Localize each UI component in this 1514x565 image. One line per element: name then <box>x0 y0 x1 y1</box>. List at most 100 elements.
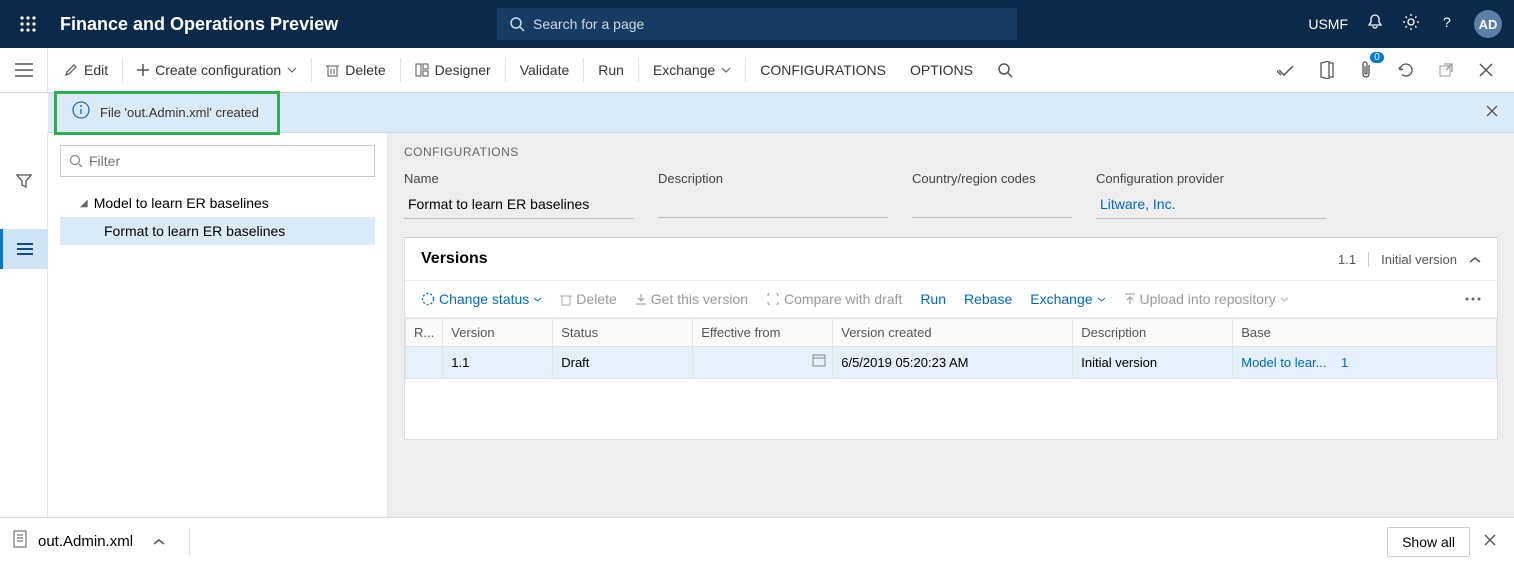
col-base[interactable]: Base <box>1233 319 1497 347</box>
cell-created[interactable]: 6/5/2019 05:20:23 AM <box>833 347 1073 379</box>
user-avatar[interactable]: AD <box>1474 10 1502 38</box>
version-run-button[interactable]: Run <box>914 287 952 311</box>
close-info-icon[interactable] <box>1486 104 1498 122</box>
rebase-button[interactable]: Rebase <box>958 287 1018 311</box>
global-search[interactable] <box>497 8 1017 40</box>
designer-icon <box>415 63 429 77</box>
svg-text:?: ? <box>1443 14 1451 30</box>
designer-button[interactable]: Designer <box>403 48 503 92</box>
tree-child-label: Format to learn ER baselines <box>104 223 285 239</box>
command-bar-wrap: Edit Create configuration Delete Designe… <box>0 48 1514 93</box>
list-rail-icon[interactable] <box>0 229 48 269</box>
cell-r[interactable] <box>406 347 443 379</box>
cell-effective[interactable] <box>693 347 833 379</box>
file-icon[interactable] <box>12 530 28 553</box>
validate-button[interactable]: Validate <box>508 48 582 92</box>
base-num[interactable]: 1 <box>1341 355 1348 370</box>
chevron-down-icon <box>533 297 542 302</box>
filter-input[interactable] <box>89 153 366 169</box>
close-bottom-icon[interactable] <box>1478 527 1502 557</box>
tree-parent-item[interactable]: ◢ Model to learn ER baselines <box>60 189 375 217</box>
collapse-icon[interactable] <box>1469 252 1481 267</box>
name-label: Name <box>404 171 634 186</box>
chevron-down-icon <box>1280 297 1289 302</box>
col-r[interactable]: R... <box>406 319 443 347</box>
hamburger-icon[interactable] <box>0 48 48 92</box>
description-value[interactable] <box>658 190 888 218</box>
delete-button[interactable]: Delete <box>314 48 397 92</box>
tree-collapse-icon[interactable]: ◢ <box>80 198 88 209</box>
download-icon <box>635 293 647 305</box>
grid-row[interactable]: 1.1 Draft 6/5/2019 05:20:23 AM Initial v… <box>406 347 1497 379</box>
change-status-button[interactable]: Change status <box>415 287 548 311</box>
compare-draft-button[interactable]: Compare with draft <box>760 287 908 311</box>
col-version[interactable]: Version <box>443 319 553 347</box>
gear-icon[interactable] <box>1402 13 1420 36</box>
info-message-bar: File 'out.Admin.xml' created <box>48 93 1514 133</box>
calendar-icon[interactable] <box>812 353 826 370</box>
pencil-icon <box>64 63 78 77</box>
popout-icon[interactable] <box>1430 54 1462 86</box>
filter-rail-icon[interactable] <box>0 161 48 201</box>
cell-status[interactable]: Draft <box>553 347 693 379</box>
global-search-input[interactable] <box>533 16 1005 32</box>
close-icon[interactable] <box>1470 54 1502 86</box>
col-status[interactable]: Status <box>553 319 693 347</box>
version-delete-button[interactable]: Delete <box>554 287 622 311</box>
configurations-tab[interactable]: CONFIGURATIONS <box>748 48 898 92</box>
cell-version[interactable]: 1.1 <box>443 347 553 379</box>
name-value[interactable]: Format to learn ER baselines <box>404 190 634 219</box>
search-icon <box>509 16 525 32</box>
sidebar: ◢ Model to learn ER baselines Format to … <box>48 133 388 518</box>
bell-icon[interactable] <box>1366 13 1384 36</box>
tree-child-item[interactable]: Format to learn ER baselines <box>60 217 375 245</box>
main-area: ◢ Model to learn ER baselines Format to … <box>0 133 1514 518</box>
office-icon[interactable] <box>1310 54 1342 86</box>
col-effective[interactable]: Effective from <box>693 319 833 347</box>
chevron-down-icon <box>1097 297 1106 302</box>
get-version-button[interactable]: Get this version <box>629 287 754 311</box>
cell-description[interactable]: Initial version <box>1073 347 1233 379</box>
app-title: Finance and Operations Preview <box>60 14 338 35</box>
run-button[interactable]: Run <box>586 48 636 92</box>
current-version-number: 1.1 <box>1338 252 1369 267</box>
infolog-icon[interactable] <box>1270 54 1302 86</box>
config-fields: Name Format to learn ER baselines Descri… <box>404 171 1498 219</box>
top-nav: Finance and Operations Preview USMF ? AD <box>0 0 1514 48</box>
help-icon[interactable]: ? <box>1438 13 1456 36</box>
more-icon[interactable] <box>1459 293 1487 305</box>
col-created[interactable]: Version created <box>833 319 1073 347</box>
search-icon <box>69 154 83 168</box>
provider-value[interactable]: Litware, Inc. <box>1096 190 1326 219</box>
app-launcher-icon[interactable] <box>12 8 44 40</box>
options-tab[interactable]: OPTIONS <box>898 48 985 92</box>
edit-label: Edit <box>84 62 108 78</box>
refresh-icon[interactable] <box>1390 54 1422 86</box>
upload-repo-button[interactable]: Upload into repository <box>1118 287 1295 311</box>
versions-toolbar: Change status Delete Get this version Co… <box>405 281 1497 318</box>
attachments-icon[interactable]: 0 <box>1350 54 1382 86</box>
versions-header: Versions 1.1 Initial version <box>405 238 1497 281</box>
content-area: CONFIGURATIONS Name Format to learn ER b… <box>388 133 1514 518</box>
versions-panel: Versions 1.1 Initial version Change stat… <box>404 237 1498 440</box>
filter-box[interactable] <box>60 145 375 177</box>
plus-icon <box>137 64 149 76</box>
show-all-button[interactable]: Show all <box>1387 527 1470 557</box>
compare-icon <box>766 293 780 305</box>
delete-label: Delete <box>345 62 385 78</box>
chevron-down-icon <box>721 67 731 73</box>
create-configuration-button[interactable]: Create configuration <box>125 48 309 92</box>
country-value[interactable] <box>912 190 1072 218</box>
search-command-button[interactable] <box>985 48 1025 92</box>
exchange-button[interactable]: Exchange <box>641 48 743 92</box>
bottom-filename[interactable]: out.Admin.xml <box>38 533 133 550</box>
col-description[interactable]: Description <box>1073 319 1233 347</box>
version-exchange-button[interactable]: Exchange <box>1024 287 1111 311</box>
trash-icon <box>560 293 572 306</box>
base-link[interactable]: Model to lear... <box>1241 355 1326 370</box>
chevron-up-icon[interactable] <box>153 533 165 551</box>
legal-entity[interactable]: USMF <box>1308 16 1348 32</box>
edit-button[interactable]: Edit <box>52 48 120 92</box>
left-rail <box>0 133 48 518</box>
cell-base[interactable]: Model to lear... 1 <box>1233 347 1497 379</box>
